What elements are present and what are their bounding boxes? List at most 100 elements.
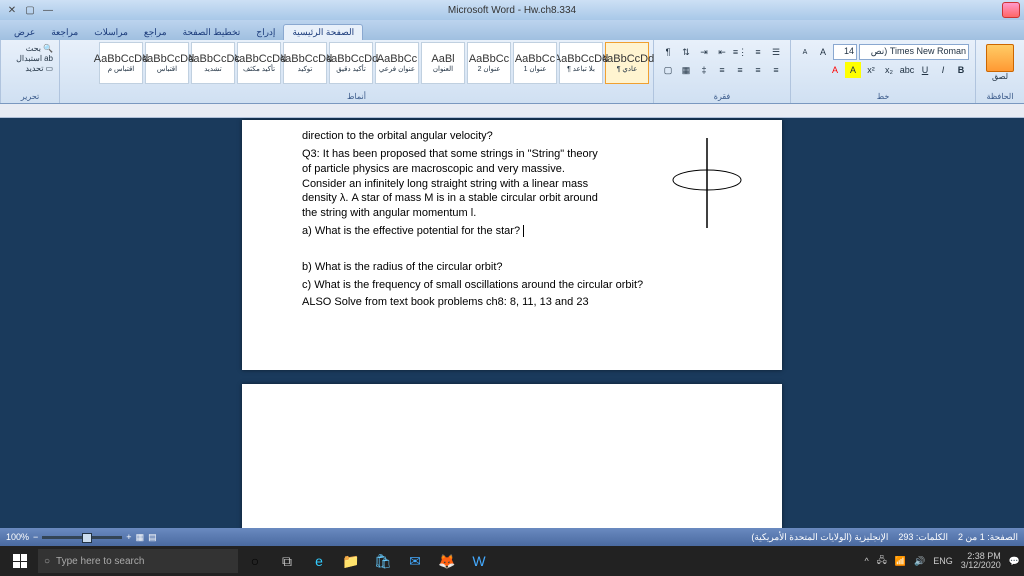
status-lang[interactable]: الإنجليزية (الولايات المتحدة الأمريكية) <box>751 532 888 543</box>
text-cursor <box>523 225 524 237</box>
tray-network-icon[interactable]: 🖧 <box>877 553 887 569</box>
ribbon-tabs: الصفحة الرئيسية إدراج تخطيط الصفحة مراجع… <box>0 20 1024 40</box>
tab-insert[interactable]: إدراج <box>248 25 283 40</box>
store-icon[interactable]: 🛍 <box>368 547 398 575</box>
font-size-combo[interactable]: 14 <box>833 44 857 60</box>
notifications-icon[interactable]: 💬 <box>1009 556 1020 567</box>
strike-button[interactable]: abc <box>899 62 915 78</box>
style-7[interactable]: AaBbCcDdتوكيد <box>283 42 327 84</box>
bullets-icon[interactable]: ☰ <box>768 44 784 60</box>
subscript-button[interactable]: x₂ <box>881 62 897 78</box>
also-text: ALSO Solve from text book problems ch8: … <box>302 295 702 310</box>
taskview-icon[interactable]: ⧉ <box>272 547 302 575</box>
zoom-control[interactable]: 100% − + ▦ ▤ <box>6 532 157 543</box>
multilevel-icon[interactable]: ⋮≡ <box>732 44 748 60</box>
zoom-out-icon[interactable]: − <box>33 532 38 542</box>
maximize-icon[interactable]: ▢ <box>22 3 38 17</box>
taskbar-search[interactable]: ○ Type here to search <box>38 549 238 573</box>
close-icon[interactable]: ✕ <box>4 3 20 17</box>
find-button[interactable]: 🔍 بحث <box>7 44 53 53</box>
cortana-icon[interactable]: ○ <box>240 547 270 575</box>
justify-icon[interactable]: ≡ <box>714 62 730 78</box>
tray-date[interactable]: 3/12/2020 <box>961 561 1001 570</box>
explorer-icon[interactable]: 📁 <box>336 547 366 575</box>
mail-icon[interactable]: ✉ <box>400 547 430 575</box>
indent-inc-icon[interactable]: ⇥ <box>696 44 712 60</box>
document-area[interactable]: direction to the orbital angular velocit… <box>0 118 1024 528</box>
indent-dec-icon[interactable]: ⇤ <box>714 44 730 60</box>
start-button[interactable] <box>4 547 36 575</box>
select-button[interactable]: ▭ تحديد <box>7 64 53 73</box>
office-button[interactable] <box>1002 2 1020 18</box>
styles-label: أنماط <box>64 91 649 101</box>
style-5[interactable]: AaBbCcعنوان فرعي <box>375 42 419 84</box>
style-2[interactable]: AaBbCcعنوان 1 <box>513 42 557 84</box>
search-icon: ○ <box>44 556 50 567</box>
tray-up-icon[interactable]: ^ <box>865 556 869 566</box>
status-bar: الصفحة: 1 من 2 الكلمات: 293 الإنجليزية (… <box>0 528 1024 546</box>
tab-layout[interactable]: تخطيط الصفحة <box>175 25 249 40</box>
style-0[interactable]: AaBbCcDdعادي ¶ <box>605 42 649 84</box>
font-group: Times New Roman (نص 14 A A B I U abc x₂ … <box>790 40 975 103</box>
page-1[interactable]: direction to the orbital angular velocit… <box>242 120 782 370</box>
title-bar: ✕ ▢ — Microsoft Word - Hw.ch8.334 <box>0 0 1024 20</box>
view-print-icon[interactable]: ▦ <box>136 532 145 543</box>
q3-text: Q3: It has been proposed that some strin… <box>302 147 602 221</box>
tray-wifi-icon[interactable]: 📶 <box>895 556 906 567</box>
style-9[interactable]: AaBbCcDcتشديد <box>191 42 235 84</box>
zoom-in-icon[interactable]: + <box>126 532 131 542</box>
style-11[interactable]: AaBbCcDdاقتباس م <box>99 42 143 84</box>
tab-review[interactable]: مراجعة <box>43 25 86 40</box>
style-3[interactable]: AaBbCcعنوان 2 <box>467 42 511 84</box>
view-read-icon[interactable]: ▤ <box>148 532 157 543</box>
page-2[interactable] <box>242 384 782 528</box>
text-line: direction to the orbital angular velocit… <box>302 129 702 144</box>
highlight-button[interactable]: A <box>845 62 861 78</box>
status-page[interactable]: الصفحة: 1 من 2 <box>958 532 1018 543</box>
style-4[interactable]: AaBlالعنوان <box>421 42 465 84</box>
qa-text: a) What is the effective potential for t… <box>302 224 702 239</box>
tray-lang[interactable]: ENG <box>933 556 953 566</box>
grow-font-icon[interactable]: A <box>815 44 831 60</box>
clipboard-group: لصق الحافظة <box>975 40 1024 103</box>
paste-icon[interactable] <box>986 44 1014 72</box>
font-name-combo[interactable]: Times New Roman (نص <box>859 44 969 60</box>
zoom-slider[interactable] <box>42 536 122 539</box>
qc-text: c) What is the frequency of small oscill… <box>302 278 702 293</box>
align-right-icon[interactable]: ≡ <box>768 62 784 78</box>
numbering-icon[interactable]: ≡ <box>750 44 766 60</box>
bold-button[interactable]: B <box>953 62 969 78</box>
superscript-button[interactable]: x² <box>863 62 879 78</box>
style-6[interactable]: AaBbCcDdتأكيد دقيق <box>329 42 373 84</box>
tab-home[interactable]: الصفحة الرئيسية <box>283 24 363 40</box>
style-10[interactable]: AaBbCcDdاقتباس <box>145 42 189 84</box>
tab-view[interactable]: عرض <box>6 25 43 40</box>
status-words[interactable]: الكلمات: 293 <box>898 532 948 543</box>
sort-icon[interactable]: ⇅ <box>678 44 694 60</box>
replace-button[interactable]: ab استبدال <box>7 54 53 63</box>
windows-taskbar: ○ Type here to search ○ ⧉ e 📁 🛍 ✉ 🦊 W ^ … <box>0 546 1024 576</box>
shrink-font-icon[interactable]: A <box>797 44 813 60</box>
font-color-button[interactable]: A <box>827 62 843 78</box>
styles-group: AaBbCcDdعادي ¶AaBbCcDdبلا تباعد ¶AaBbCcع… <box>59 40 653 103</box>
style-8[interactable]: AaBbCcDdتأكيد مكثف <box>237 42 281 84</box>
zoom-level: 100% <box>6 532 29 542</box>
tab-refs[interactable]: مراجع <box>136 25 175 40</box>
word-icon[interactable]: W <box>464 547 494 575</box>
align-center-icon[interactable]: ≡ <box>750 62 766 78</box>
edge-icon[interactable]: e <box>304 547 334 575</box>
italic-button[interactable]: I <box>935 62 951 78</box>
borders-icon[interactable]: ▢ <box>660 62 676 78</box>
horizontal-ruler[interactable] <box>0 104 1024 118</box>
firefox-icon[interactable]: 🦊 <box>432 547 462 575</box>
tray-volume-icon[interactable]: 🔊 <box>914 556 925 567</box>
tab-mail[interactable]: مراسلات <box>86 25 136 40</box>
minimize-icon[interactable]: — <box>40 3 56 17</box>
align-left-icon[interactable]: ≡ <box>732 62 748 78</box>
orbit-diagram <box>662 138 752 228</box>
shading-icon[interactable]: ▦ <box>678 62 694 78</box>
underline-button[interactable]: U <box>917 62 933 78</box>
style-1[interactable]: AaBbCcDdبلا تباعد ¶ <box>559 42 603 84</box>
pilcrow-icon[interactable]: ¶ <box>660 44 676 60</box>
line-spacing-icon[interactable]: ‡ <box>696 62 712 78</box>
